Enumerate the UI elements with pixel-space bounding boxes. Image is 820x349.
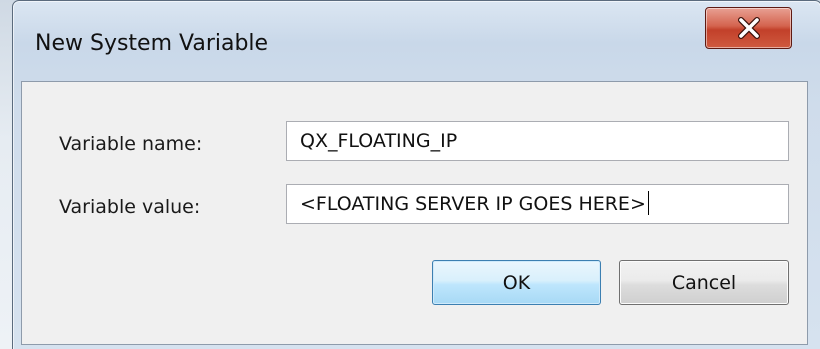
new-system-variable-dialog: New System Variable Variable name: QX_FL… <box>12 0 820 349</box>
dialog-title: New System Variable <box>35 31 269 56</box>
variable-name-value: QX_FLOATING_IP <box>300 130 458 152</box>
dialog-titlebar[interactable]: New System Variable <box>13 1 820 81</box>
variable-name-label: Variable name: <box>59 133 203 155</box>
variable-value-field[interactable]: <FLOATING SERVER IP GOES HERE> <box>286 184 789 224</box>
dialog-client-area: Variable name: QX_FLOATING_IP Variable v… <box>21 81 808 345</box>
close-x-icon <box>737 17 761 39</box>
text-caret <box>647 191 649 215</box>
close-button[interactable] <box>705 7 792 49</box>
ok-button-label: OK <box>502 271 531 294</box>
ok-button[interactable]: OK <box>432 260 601 305</box>
variable-value-label: Variable value: <box>59 196 201 218</box>
screen: New System Variable Variable name: QX_FL… <box>0 0 820 349</box>
cancel-button[interactable]: Cancel <box>619 260 789 305</box>
cancel-button-label: Cancel <box>671 271 737 294</box>
variable-value-text: <FLOATING SERVER IP GOES HERE> <box>300 193 646 215</box>
variable-name-field[interactable]: QX_FLOATING_IP <box>286 121 789 161</box>
